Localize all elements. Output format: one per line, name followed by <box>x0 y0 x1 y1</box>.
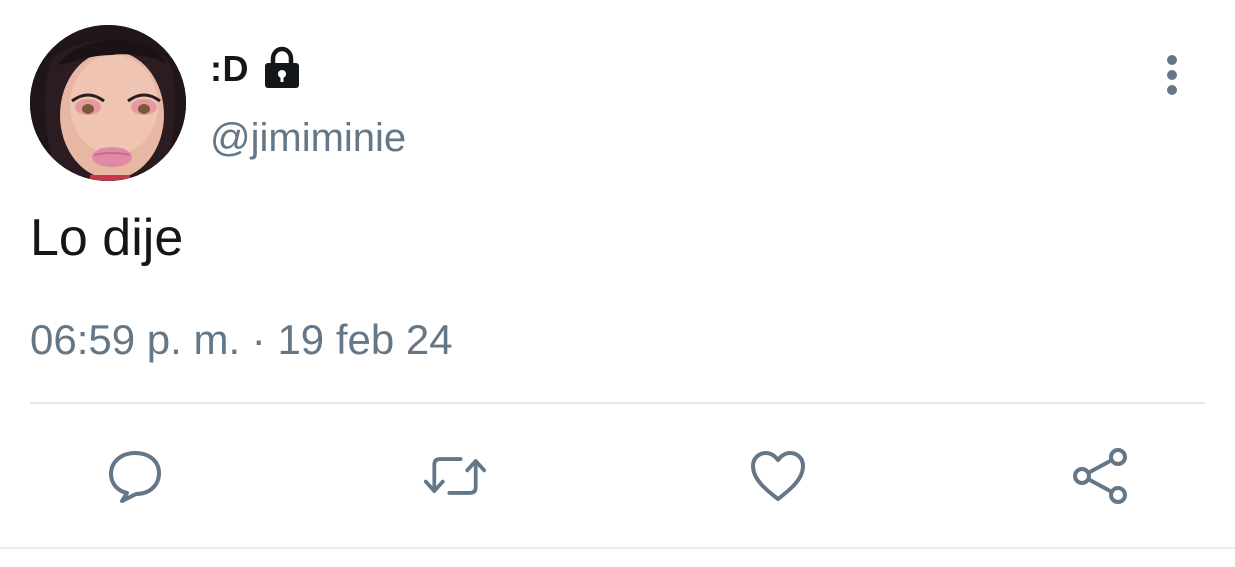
display-name[interactable]: :D <box>210 48 249 90</box>
divider <box>30 402 1205 404</box>
reply-icon <box>109 451 161 503</box>
more-options-button[interactable] <box>1150 50 1194 100</box>
user-handle[interactable]: @jimiminie <box>210 116 406 161</box>
like-button[interactable] <box>746 444 810 508</box>
share-button[interactable] <box>1068 444 1132 508</box>
avatar-image <box>30 25 186 181</box>
tweet-text: Lo dije <box>30 209 184 267</box>
retweet-button[interactable] <box>423 444 487 508</box>
display-name-row: :D <box>210 44 305 94</box>
share-icon <box>1073 448 1127 504</box>
lock-icon <box>259 46 305 92</box>
heart-icon <box>751 451 805 501</box>
more-vertical-icon <box>1167 55 1177 95</box>
tweet-card: :D @jimiminie Lo dije 06:59 p. m. · 19 f… <box>0 0 1235 567</box>
tweet-timestamp[interactable]: 06:59 p. m. · 19 feb 24 <box>30 316 453 364</box>
avatar[interactable] <box>30 25 186 181</box>
retweet-icon <box>423 457 487 495</box>
reply-button[interactable] <box>103 444 167 508</box>
bottom-divider <box>0 547 1235 549</box>
